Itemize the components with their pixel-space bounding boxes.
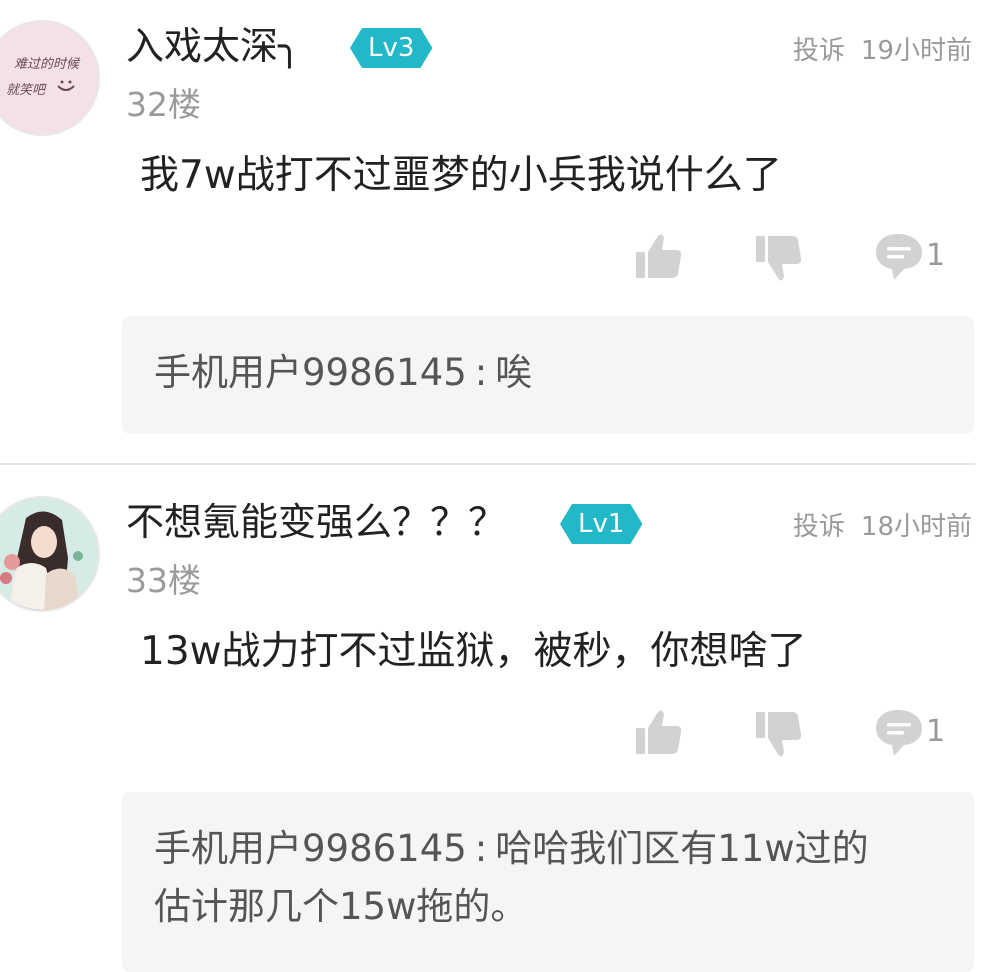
avatar[interactable]: 难过的时候 就笑吧 [0, 20, 100, 136]
reply-line: 手机用户9986145: 唉 [154, 344, 944, 402]
like-button[interactable] [632, 704, 692, 764]
dislike-button[interactable] [752, 228, 812, 288]
username[interactable]: 入戏太深╮ [126, 20, 301, 72]
reply-line: 手机用户9986145: 哈哈我们区有11w过的 [154, 820, 944, 878]
floor-number: 33楼 [126, 561, 201, 600]
reply-preview[interactable]: 手机用户9986145: 哈哈我们区有11w过的 估计那几个15w拖的。 [122, 792, 974, 972]
level-badge: Lv3 [350, 28, 432, 68]
comment-meta: 投诉 19小时前 [793, 30, 972, 67]
comment-actions: 1 [0, 228, 998, 288]
reply-line-continued: 估计那几个15w拖的。 [154, 885, 528, 928]
reply-username[interactable]: 手机用户9986145 [154, 351, 467, 394]
thumbs-up-icon [636, 234, 682, 278]
thumbs-down-icon [756, 236, 802, 281]
report-link[interactable]: 投诉 [793, 36, 845, 66]
reply-colon: : [474, 351, 488, 394]
comment-bubble-icon [876, 710, 922, 756]
avatar-handwriting: 难过的时候 [14, 57, 81, 72]
avatar-handwriting: 就笑吧 [6, 83, 47, 98]
avatar[interactable] [0, 496, 100, 612]
thumbs-down-icon [756, 712, 802, 757]
timestamp: 19小时前 [860, 36, 972, 66]
reply-preview[interactable]: 手机用户9986145: 唉 [122, 316, 974, 434]
comment-item: 难过的时候 就笑吧 入戏太深╮ Lv3 投诉 19小时前 32楼 我7w战打不过噩… [0, 0, 998, 464]
reply-count: 1 [926, 714, 946, 749]
level-badge: Lv1 [560, 504, 642, 544]
report-link[interactable]: 投诉 [793, 512, 845, 542]
timestamp: 18小时前 [860, 512, 972, 542]
thumbs-up-icon [636, 710, 682, 754]
reply-text: 唉 [495, 351, 533, 394]
reply-colon: : [474, 827, 488, 870]
reply-text: 哈哈我们区有11w过的 [495, 827, 869, 870]
comment-bubble-icon [876, 234, 922, 280]
comment-text: 13w战力打不过监狱，被秒，你想啥了 [140, 629, 807, 674]
comment-text: 我7w战打不过噩梦的小兵我说什么了 [140, 153, 782, 198]
reply-username[interactable]: 手机用户9986145 [154, 827, 467, 870]
like-button[interactable] [632, 228, 692, 288]
reply-button[interactable] [872, 704, 932, 764]
reply-count: 1 [926, 238, 946, 273]
floor-number: 32楼 [126, 85, 201, 124]
comment-actions: 1 [0, 704, 998, 764]
comment-item: 不想氪能变强么？？？ Lv1 投诉 18小时前 33楼 13w战力打不过监狱，被秒… [0, 476, 998, 972]
dislike-button[interactable] [752, 704, 812, 764]
reply-button[interactable] [872, 228, 932, 288]
divider [0, 463, 975, 465]
username[interactable]: 不想氪能变强么？？？ [126, 496, 506, 548]
comment-meta: 投诉 18小时前 [793, 506, 972, 543]
